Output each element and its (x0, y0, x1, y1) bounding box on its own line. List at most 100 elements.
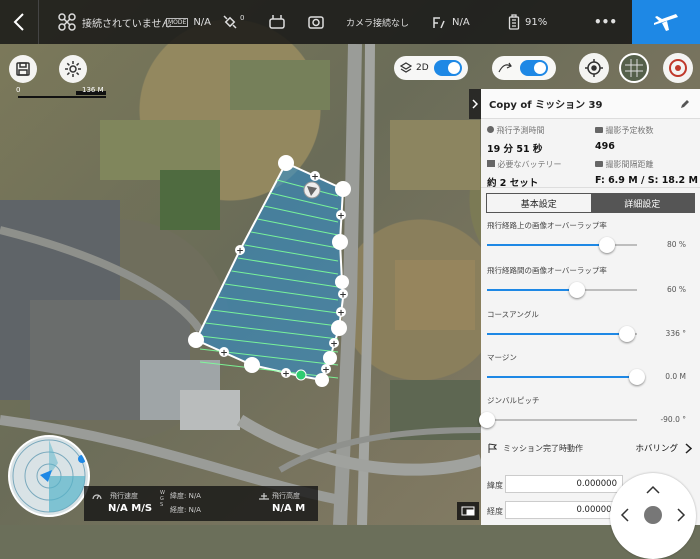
satellite-count: 0 (240, 14, 245, 22)
slider-label: 飛行経路間の画像オーバーラップ率 (487, 266, 607, 275)
save-button[interactable] (9, 55, 37, 83)
interval-value: F: 6.9 M / S: 18.2 M (595, 175, 698, 186)
satellite-status: 0 (222, 0, 244, 44)
slider-value: 60 % (666, 285, 686, 294)
add-point-icon[interactable]: + (329, 338, 339, 350)
camera-status-text: カメラ接続なし (346, 18, 410, 29)
vertex-handle[interactable] (323, 351, 337, 365)
edit-pencil-icon[interactable] (680, 99, 690, 109)
position-dpad[interactable] (610, 473, 696, 559)
slider-knob[interactable] (629, 369, 645, 385)
svg-text:+: + (236, 247, 244, 257)
satellite-icon (223, 15, 237, 29)
slider-track[interactable] (487, 237, 637, 253)
compass-button[interactable] (663, 53, 693, 83)
camera-status: カメラ接続なし (308, 0, 409, 44)
panel-header: Copy of ミッション 39 (481, 89, 700, 119)
mission-end-action-row[interactable]: ミッション完了時動作 ホバリング (481, 435, 700, 461)
photos-value: 496 (595, 141, 615, 152)
speed-icon (92, 494, 102, 500)
chevron-right-icon (472, 99, 478, 109)
slider-fill (487, 333, 627, 335)
photo-icon (595, 127, 603, 133)
map-2d-toggle[interactable]: 2D (394, 56, 468, 80)
slider-track[interactable] (487, 369, 645, 385)
altitude-label: 飛行高度 (272, 492, 300, 500)
battery-set-icon (487, 160, 495, 167)
road (0, 226, 204, 333)
drone-status[interactable]: 接続されていません (58, 0, 171, 44)
latitude-input[interactable]: 0.000000 (505, 475, 623, 493)
add-point-icon[interactable]: + (235, 245, 245, 257)
drone-icon (58, 13, 76, 31)
add-point-icon[interactable]: + (310, 171, 320, 183)
home-point-marker[interactable] (295, 369, 307, 381)
more-menu-button[interactable]: ••• (594, 0, 617, 44)
add-point-icon[interactable]: + (281, 368, 291, 380)
longitude-input[interactable]: 0.000000 (505, 501, 623, 519)
slider-track[interactable] (487, 326, 637, 342)
camera-icon (308, 16, 324, 29)
slider-label: ジンバルピッチ (487, 396, 540, 405)
speed-label: 飛行速度 (110, 492, 138, 500)
slider-track[interactable] (479, 412, 637, 428)
signal-value: N/A (193, 16, 212, 28)
vertex-handle[interactable] (188, 332, 204, 348)
add-point-icon[interactable]: + (336, 210, 346, 222)
slider-value: 336 ° (665, 329, 686, 338)
slider-knob[interactable] (479, 412, 495, 428)
flight-time-value: 19 分 51 秒 (487, 144, 543, 155)
telemetry-bar: 飛行速度 N/A M/S WGS 緯度: N/A 経度: N/A 飛行高度 N/… (84, 486, 318, 521)
mission-title[interactable]: Copy of ミッション 39 (489, 96, 602, 111)
add-point-icon[interactable]: + (336, 307, 346, 319)
back-button[interactable] (12, 0, 26, 44)
vertex-handle[interactable] (278, 155, 294, 171)
tab-basic-settings[interactable]: 基本設定 (487, 194, 591, 212)
mission-settings-button[interactable] (59, 55, 87, 83)
slider-fill (487, 376, 637, 378)
svg-text:+: + (337, 309, 345, 319)
slider-value: 80 % (666, 240, 686, 249)
slider-knob[interactable] (599, 237, 615, 253)
clock-icon (487, 126, 494, 133)
slider-knob[interactable] (618, 326, 635, 342)
scale-start-label: 0 (16, 86, 21, 94)
slider-value: 0.0 M (665, 372, 686, 381)
switch-view-button[interactable] (457, 502, 479, 520)
north-indicator-icon (78, 455, 86, 463)
flight-time-label: 飛行予測時間 (496, 126, 545, 135)
chevron-left-icon (13, 13, 24, 31)
map-2d-switch[interactable] (433, 60, 462, 76)
longitude-label: 経度 (487, 507, 503, 516)
dpad-arrows-icon (620, 485, 686, 524)
vertex-handle[interactable] (331, 320, 347, 336)
add-point-icon[interactable]: + (321, 364, 331, 376)
slider-track[interactable] (487, 282, 637, 298)
obstacle-avoidance-toggle[interactable] (492, 56, 556, 80)
mission-end-label: ミッション完了時動作 (503, 443, 583, 453)
add-point-icon[interactable]: + (338, 289, 348, 301)
slider-label: 飛行経路上の画像オーバーラップ率 (487, 221, 607, 230)
vertex-handle[interactable] (335, 181, 351, 197)
add-point-icon[interactable]: + (219, 347, 229, 359)
signal-strength-icon (433, 17, 445, 29)
battery-icon (508, 14, 520, 30)
vertex-handle[interactable] (335, 275, 349, 289)
slider-knob[interactable] (569, 282, 585, 298)
map-type-button[interactable] (619, 53, 649, 83)
obstacle-switch[interactable] (520, 60, 548, 76)
save-disk-icon (16, 62, 30, 76)
panel-collapse-button[interactable] (469, 89, 481, 119)
takeoff-button[interactable] (632, 0, 700, 44)
svg-text:+: + (339, 291, 347, 301)
vertex-handle[interactable] (244, 357, 260, 373)
divider (38, 0, 39, 44)
locate-drone-button[interactable] (579, 53, 609, 83)
slider-value: -90.0 ° (660, 415, 686, 424)
crosshair-icon (585, 59, 603, 77)
vertex-handle[interactable] (332, 234, 348, 250)
svg-text:+: + (220, 349, 228, 359)
tab-detail-settings[interactable]: 詳細設定 (590, 194, 694, 212)
remote-controller-icon (269, 15, 285, 29)
picture-in-picture-icon (461, 506, 475, 516)
